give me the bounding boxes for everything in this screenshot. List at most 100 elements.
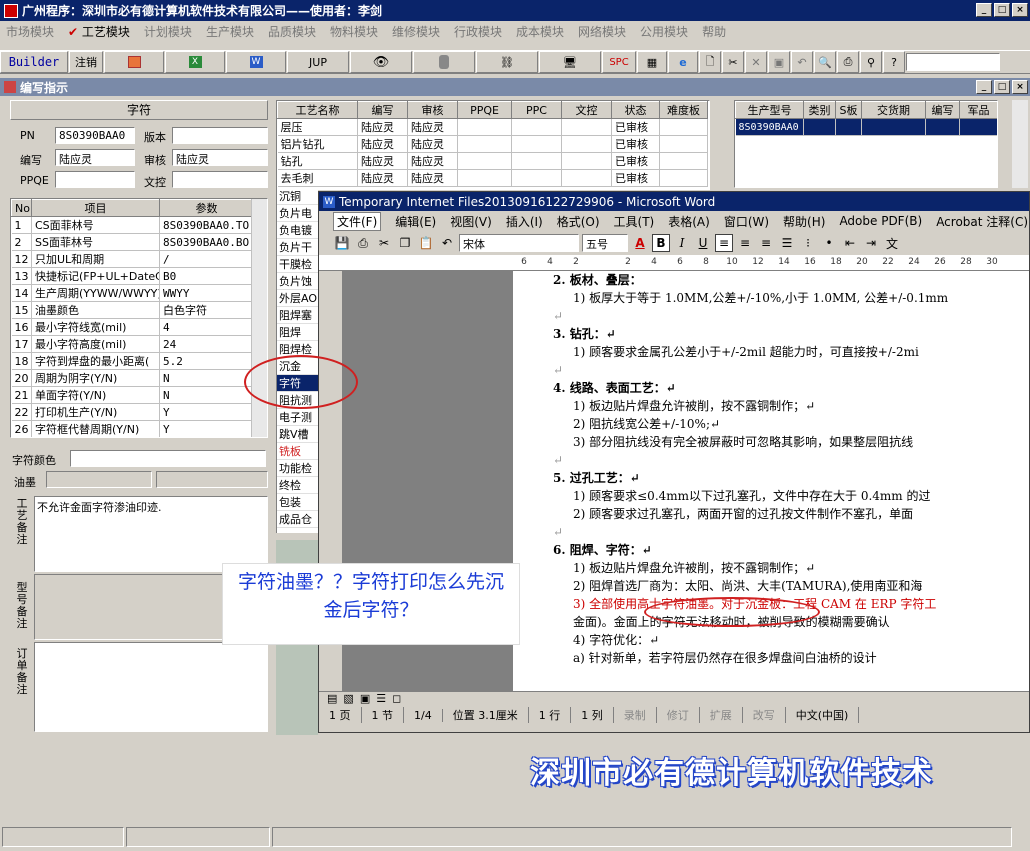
table-row[interactable]: 14 生产周期(YYWW/WWYY) WWYY: [11, 284, 254, 302]
process-col-header[interactable]: 工艺名称: [277, 101, 358, 119]
outline-view-icon[interactable]: ☰: [376, 692, 386, 705]
cancel-button[interactable]: 注销: [69, 51, 103, 73]
order-note-field[interactable]: [34, 642, 268, 732]
model-scrollbar[interactable]: [1012, 100, 1028, 188]
process-list-item[interactable]: 铣板: [277, 443, 318, 460]
col-no[interactable]: No: [11, 199, 32, 217]
spc-button[interactable]: SPC: [602, 51, 636, 73]
normal-view-icon[interactable]: ▤: [327, 692, 337, 705]
model-col-header[interactable]: 类别: [803, 101, 836, 119]
find-button[interactable]: ⚲: [860, 51, 882, 73]
table-row[interactable]: 2 SS面菲林号 8S0390BAA0.BO: [11, 233, 254, 251]
table-row[interactable]: 钻孔 陆应灵 陆应灵 已审核: [277, 152, 708, 170]
help-button[interactable]: ?: [883, 51, 905, 73]
process-list-item[interactable]: 阻焊塞: [277, 307, 318, 324]
table-row[interactable]: 18 字符到焊盘的最小距离(5.2: [11, 352, 254, 370]
model-col-header[interactable]: 军品: [959, 101, 997, 119]
word-menu-adobe[interactable]: Adobe PDF(B): [839, 214, 922, 228]
word-menu-acrobat[interactable]: Acrobat 注释(C): [936, 213, 1028, 230]
menu-production[interactable]: 生产模块: [206, 23, 254, 40]
new-button[interactable]: 🗋: [699, 51, 721, 73]
process-col-header[interactable]: PPC: [511, 101, 562, 119]
delete-button[interactable]: ✕: [745, 51, 767, 73]
model-col-header[interactable]: 交货期: [861, 101, 926, 119]
process-note-field[interactable]: 不允许金面字符渗油印迹.: [34, 496, 268, 572]
view-button[interactable]: 👁: [350, 51, 412, 73]
process-list-item[interactable]: 包装: [277, 494, 318, 511]
char-color-select[interactable]: [70, 450, 266, 467]
save-icon[interactable]: 💾: [333, 234, 351, 252]
word-menu-table[interactable]: 表格(A): [668, 213, 710, 230]
calc-button[interactable]: ▦: [637, 51, 667, 73]
process-list-item[interactable]: 沉铜: [277, 188, 318, 205]
menu-network[interactable]: 网络模块: [578, 23, 626, 40]
word-menu-file[interactable]: 文件(F): [333, 211, 382, 231]
word-menu-tools[interactable]: 工具(T): [614, 213, 655, 230]
process-col-header[interactable]: 文控: [561, 101, 612, 119]
process-col-header[interactable]: 编写: [357, 101, 408, 119]
maximize-button[interactable]: □: [994, 3, 1010, 17]
process-list-item[interactable]: 负片电: [277, 205, 318, 222]
menu-admin[interactable]: 行政模块: [454, 23, 502, 40]
preview-button[interactable]: 🔍: [814, 51, 836, 73]
process-list-item[interactable]: 干膜检: [277, 256, 318, 273]
powerpoint-button[interactable]: [104, 51, 164, 73]
align-justify-icon[interactable]: ≡: [715, 234, 733, 252]
ppqe-field[interactable]: [55, 171, 135, 188]
process-list-item[interactable]: 跳V槽: [277, 426, 318, 443]
align-right-icon[interactable]: ≡: [757, 234, 775, 252]
database-button[interactable]: [413, 51, 475, 73]
version-field[interactable]: [172, 127, 268, 144]
process-col-header[interactable]: 状态: [611, 101, 660, 119]
print-icon[interactable]: ⎙: [354, 234, 372, 252]
jup-button[interactable]: JUP: [287, 51, 349, 73]
web-view-icon[interactable]: ▧: [343, 692, 353, 705]
distribute-icon[interactable]: ☰: [778, 234, 796, 252]
table-row[interactable]: 13 快捷标记(FP+UL+DateCo B0: [11, 267, 254, 285]
word-button[interactable]: W: [226, 51, 286, 73]
word-status-item[interactable]: 修订: [657, 707, 700, 723]
menu-common[interactable]: 公用模块: [640, 23, 688, 40]
word-menu-window[interactable]: 窗口(W): [724, 213, 769, 230]
table-row[interactable]: 8S0390BAA0: [735, 118, 997, 136]
model-col-header[interactable]: S板: [835, 101, 862, 119]
close-button[interactable]: ×: [1012, 3, 1028, 17]
process-col-header[interactable]: 审核: [407, 101, 458, 119]
network-button[interactable]: ⛓: [476, 51, 538, 73]
paste-icon[interactable]: 📋: [417, 234, 435, 252]
word-status-item[interactable]: 扩展: [700, 707, 743, 723]
menu-material[interactable]: 物料模块: [330, 23, 378, 40]
process-list-item[interactable]: 终检: [277, 477, 318, 494]
align-center-icon[interactable]: ≡: [736, 234, 754, 252]
process-list-item[interactable]: 外层AO: [277, 290, 318, 307]
process-list-item[interactable]: 阻焊: [277, 324, 318, 341]
process-col-header[interactable]: PPQE: [457, 101, 512, 119]
document-page[interactable]: 2. 板材、叠层： 1) 板厚大于等于 1.0MM,公差+/-10%,小于 1.0…: [513, 271, 1029, 691]
child-close-button[interactable]: ×: [1012, 80, 1028, 94]
cut-button[interactable]: ✂: [722, 51, 744, 73]
menu-cost[interactable]: 成本模块: [516, 23, 564, 40]
table-row[interactable]: 22 打印机生产(Y/N) Y: [11, 403, 254, 421]
process-list-item[interactable]: 成品仓: [277, 511, 318, 528]
process-col-header[interactable]: 难度板: [659, 101, 708, 119]
table-row[interactable]: 12 只加UL和周期 /: [11, 250, 254, 268]
writer-field[interactable]: 陆应灵: [55, 149, 135, 166]
print-view-icon[interactable]: ▣: [360, 692, 370, 705]
table-row[interactable]: 20 周期为阴字(Y/N) N: [11, 369, 254, 387]
col-param[interactable]: 参数: [159, 199, 254, 217]
numbering-icon[interactable]: ⁝: [799, 234, 817, 252]
table-row[interactable]: 26 字符框代替周期(Y/N) Y: [11, 420, 254, 437]
font-color-icon[interactable]: A: [631, 234, 649, 252]
col-item[interactable]: 项目: [31, 199, 160, 217]
table-row[interactable]: 21 单面字符(Y/N) N: [11, 386, 254, 404]
italic-icon[interactable]: I: [673, 234, 691, 252]
word-menu-format[interactable]: 格式(O): [557, 213, 600, 230]
phonetic-icon[interactable]: 文: [883, 234, 901, 252]
word-menu-help[interactable]: 帮助(H): [783, 213, 825, 230]
size-select[interactable]: 五号: [582, 234, 628, 252]
excel-button[interactable]: X: [165, 51, 225, 73]
reading-view-icon[interactable]: ◻: [392, 692, 401, 705]
print-button[interactable]: ⎙: [837, 51, 859, 73]
table-row[interactable]: 16 最小字符线宽(mil) 4: [11, 318, 254, 336]
font-select[interactable]: 宋体: [459, 234, 579, 252]
